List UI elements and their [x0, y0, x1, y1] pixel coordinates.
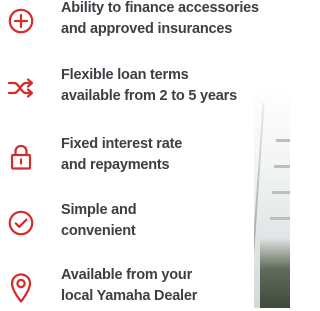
- feature-text-line2: and repayments: [61, 157, 170, 173]
- feature-text-line1: Fixed interest rate: [61, 136, 183, 152]
- feature-item-simple-convenient: Simple and convenient: [0, 200, 290, 246]
- feature-text-line2: available from 2 to 5 years: [61, 88, 237, 104]
- checkmark-circle-icon: [6, 200, 36, 246]
- feature-text-line2: local Yamaha Dealer: [61, 288, 198, 304]
- feature-text: Simple and convenient: [61, 200, 286, 242]
- feature-item-finance-accessories: Ability to finance accessories and appro…: [0, 0, 290, 44]
- feature-text-line2: and approved insurances: [61, 21, 233, 37]
- feature-text: Fixed interest rate and repayments: [61, 134, 286, 176]
- shuffle-icon: [6, 65, 36, 111]
- feature-text-line1: Available from your: [61, 267, 193, 283]
- plus-circle-icon: [6, 0, 36, 44]
- feature-text-line2: convenient: [61, 223, 136, 239]
- feature-item-flexible-loan-terms: Flexible loan terms available from 2 to …: [0, 65, 290, 111]
- feature-text-line1: Ability to finance accessories: [61, 0, 259, 16]
- feature-item-fixed-interest-rate: Fixed interest rate and repayments: [0, 134, 290, 180]
- feature-text: Flexible loan terms available from 2 to …: [61, 65, 286, 107]
- padlock-icon: [6, 134, 36, 180]
- feature-item-local-dealer: Available from your local Yamaha Dealer: [0, 265, 290, 311]
- feature-text: Available from your local Yamaha Dealer: [61, 265, 286, 307]
- feature-text-line1: Simple and: [61, 202, 137, 218]
- feature-text: Ability to finance accessories and appro…: [61, 0, 286, 40]
- location-pin-icon: [6, 265, 36, 311]
- feature-text-line1: Flexible loan terms: [61, 67, 189, 83]
